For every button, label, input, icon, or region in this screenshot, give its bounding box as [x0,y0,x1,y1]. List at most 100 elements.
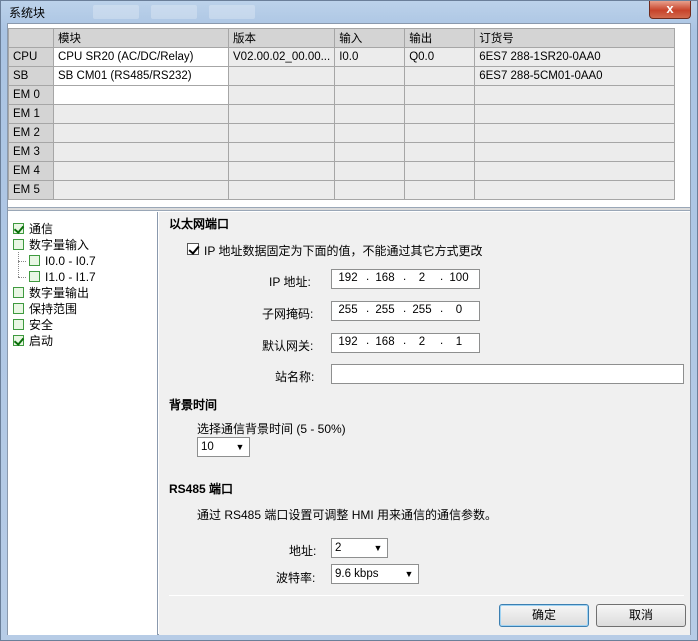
fixed-ip-checkbox[interactable] [187,243,199,255]
table-cell-output[interactable] [404,161,476,181]
slot-label: EM 5 [8,180,54,200]
table-row[interactable]: EM 2 [8,123,676,143]
tree-item-i0[interactable]: I0.0 - I0.7 [29,253,96,269]
chevron-down-icon: ▼ [373,543,383,553]
module-table-header: 模块 版本 输入 输出 订货号 [8,28,676,48]
table-cell-order[interactable]: 6ES7 288-1SR20-0AA0 [474,47,676,67]
table-cell-module[interactable] [53,123,229,143]
ok-button[interactable]: 确定 [499,604,589,627]
table-row[interactable]: EM 1 [8,104,676,124]
table-cell-input[interactable] [334,142,406,162]
table-row[interactable]: EM 4 [8,161,676,181]
table-cell-version[interactable] [227,161,336,181]
title-ghost-icon [93,5,139,19]
table-cell-output[interactable] [404,104,476,124]
tree-item-retentive[interactable]: 保持范围 [13,301,77,317]
table-cell-module[interactable] [53,85,229,105]
baud-rate-select[interactable]: 9.6 kbps ▼ [331,564,419,584]
table-cell-version[interactable] [227,66,336,86]
table-cell-order[interactable] [474,85,676,105]
slot-label: EM 4 [8,161,54,181]
table-cell-version[interactable] [227,123,336,143]
table-cell-input[interactable] [334,85,406,105]
tree-item-startup[interactable]: 启动 [13,333,53,349]
table-cell-module[interactable] [53,180,229,200]
tree-item-digital-output[interactable]: 数字量输出 [13,285,89,301]
background-time-select[interactable]: 10 ▼ [197,437,250,457]
tree-item-i1[interactable]: I1.0 - I1.7 [29,269,96,285]
close-button[interactable]: x [649,1,691,19]
subnet-mask-field[interactable]: 255. 255. 255. 0 [331,301,480,321]
title-bar[interactable]: 系统块 x [1,1,697,23]
table-cell-output[interactable] [404,180,476,200]
system-block-window: 系统块 x 模块 版本 输入 输出 订货号 CPU CPU SR20 (AC/D… [0,0,698,641]
gateway-label: 默认网关: [262,339,314,353]
table-cell-input[interactable] [334,123,406,143]
table-cell-order[interactable]: 6ES7 288-5CM01-0AA0 [474,66,676,86]
table-row[interactable]: EM 0 [8,85,676,105]
table-cell-input[interactable] [334,180,406,200]
chevron-down-icon: ▼ [235,442,245,452]
table-cell-version[interactable]: V02.00.02_00.00... [227,47,336,67]
tree-check-icon [29,271,40,282]
table-cell-output[interactable] [404,142,476,162]
table-cell-version[interactable] [227,85,336,105]
table-cell-order[interactable] [474,180,676,200]
background-time-heading: 背景时间 [169,398,218,412]
table-cell-version[interactable] [227,104,336,124]
table-cell-order[interactable] [474,104,676,124]
rs485-address-select[interactable]: 2 ▼ [331,538,388,558]
column-header: 输入 [334,28,406,48]
cancel-button[interactable]: 取消 [596,604,686,627]
window-title: 系统块 [9,6,46,20]
slot-label: EM 1 [8,104,54,124]
table-row[interactable]: SB SB CM01 (RS485/RS232) 6ES7 288-5CM01-0A… [8,66,676,86]
tree-item-security[interactable]: 安全 [13,317,53,333]
tree-item-digital-input[interactable]: 数字量输入 [13,237,89,253]
tree-item-communication[interactable]: 通信 [13,221,53,237]
table-cell-output[interactable] [404,85,476,105]
tree-check-icon [13,239,24,250]
table-cell-output[interactable] [404,123,476,143]
table-cell-input[interactable]: I0.0 [334,47,406,67]
table-cell-output[interactable] [404,66,476,86]
table-cell-input[interactable] [334,66,406,86]
table-cell-input[interactable] [334,104,406,124]
table-cell-output[interactable]: Q0.0 [404,47,476,67]
gateway-field[interactable]: 192. 168. 2. 1 [331,333,480,353]
column-header: 版本 [227,28,336,48]
slot-label: EM 0 [8,85,54,105]
column-header: 订货号 [474,28,676,48]
table-cell-module[interactable]: SB CM01 (RS485/RS232) [53,66,229,86]
button-divider [169,595,684,596]
ip-address-field[interactable]: 192. 168. 2. 100 [331,269,480,289]
module-table-area: 模块 版本 输入 输出 订货号 CPU CPU SR20 (AC/DC/Relay… [8,24,690,207]
station-name-label: 站名称: [275,370,315,384]
table-row[interactable]: CPU CPU SR20 (AC/DC/Relay) V02.00.02_00.00… [8,47,676,67]
table-cell-order[interactable] [474,161,676,181]
table-row[interactable]: EM 3 [8,142,676,162]
table-cell-module[interactable]: CPU SR20 (AC/DC/Relay) [53,47,229,67]
config-tree: 通信 数字量输入 I0.0 - I0.7 I1.0 - I1.7 数字量输出 保… [8,212,158,635]
column-header [8,28,54,48]
column-header: 模块 [53,28,229,48]
table-cell-order[interactable] [474,123,676,143]
table-cell-module[interactable] [53,161,229,181]
tree-connector [18,261,26,262]
pane-splitter[interactable] [8,207,690,211]
table-cell-input[interactable] [334,161,406,181]
table-cell-version[interactable] [227,180,336,200]
tree-connector [18,252,19,277]
tree-check-icon [13,223,24,234]
table-row[interactable]: EM 5 [8,180,676,200]
station-name-field[interactable] [331,364,684,384]
subnet-mask-label: 子网掩码: [262,307,314,321]
table-cell-module[interactable] [53,142,229,162]
tree-check-icon [29,255,40,266]
settings-pane: 以太网端口 IP 地址数据固定为下面的值，不能通过其它方式更改 IP 地址: 1… [159,212,690,635]
module-table: 模块 版本 输入 输出 订货号 CPU CPU SR20 (AC/DC/Relay… [8,28,676,200]
table-cell-module[interactable] [53,104,229,124]
tree-connector [18,277,26,278]
table-cell-order[interactable] [474,142,676,162]
table-cell-version[interactable] [227,142,336,162]
